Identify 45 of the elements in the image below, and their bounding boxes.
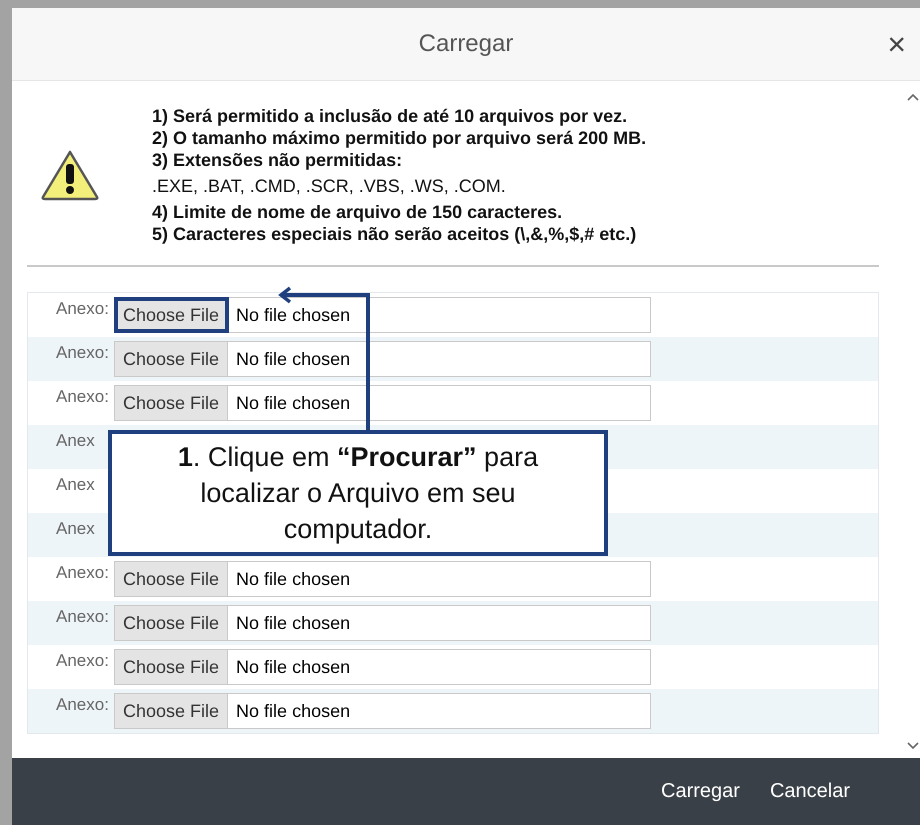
choose-file-button[interactable]: Choose File bbox=[115, 342, 228, 376]
attachment-label: Anex bbox=[55, 430, 96, 452]
callout-text: 1. Clique em “Procurar” para localizar o Arquivo em seu computador. bbox=[176, 441, 540, 546]
choose-file-button[interactable]: Choose File bbox=[115, 298, 228, 332]
choose-file-button[interactable]: Choose File bbox=[115, 606, 228, 640]
rule-text: 1) Será permitido a inclusão de até 10 arquivos por vez. bbox=[152, 105, 628, 127]
close-button[interactable]: × bbox=[883, 28, 910, 60]
attachment-label: Anex bbox=[55, 518, 96, 540]
file-status: No file chosen bbox=[235, 348, 350, 371]
file-input[interactable]: Choose File No file chosen bbox=[114, 561, 651, 597]
footer-button[interactable]: Cancelar bbox=[760, 776, 860, 807]
file-input[interactable]: Choose File No file chosen bbox=[114, 649, 651, 685]
attachment-label: Anexo: bbox=[55, 650, 110, 672]
attachment-label: Anexo: bbox=[55, 298, 110, 320]
choose-file-button[interactable]: Choose File bbox=[115, 694, 228, 728]
scroll-up-icon[interactable] bbox=[906, 93, 918, 101]
scroll-down-icon[interactable] bbox=[906, 742, 918, 750]
file-status: No file chosen bbox=[235, 304, 350, 327]
choose-file-button[interactable]: Choose File bbox=[115, 650, 228, 684]
rule-text: 2) O tamanho máximo permitido por arquivo será 200 MB. bbox=[152, 127, 646, 149]
rule-text: 4) Limite de nome de arquivo de 150 caracteres. bbox=[152, 201, 564, 223]
attachment-label: Anexo: bbox=[55, 606, 110, 628]
choose-file-button[interactable]: Choose File bbox=[115, 562, 228, 596]
attachment-label: Anexo: bbox=[55, 562, 110, 584]
file-status: No file chosen bbox=[235, 612, 350, 635]
rule-text: 3) Extensões não permitidas: bbox=[152, 149, 404, 171]
file-input[interactable]: Choose File No file chosen bbox=[114, 297, 651, 333]
file-status: No file chosen bbox=[235, 568, 350, 591]
rule-text: .EXE, .BAT, .CMD, .SCR, .VBS, .WS, .COM. bbox=[152, 175, 507, 198]
attachment-label: Anexo: bbox=[55, 386, 110, 408]
file-input[interactable]: Choose File No file chosen bbox=[114, 693, 651, 729]
rule-text: 5) Caracteres especiais não serão aceitos (\,&,%,$,# etc.) bbox=[152, 223, 638, 245]
file-input[interactable]: Choose File No file chosen bbox=[114, 341, 651, 377]
dialog-title: Carregar bbox=[418, 30, 514, 58]
footer-button[interactable]: Carregar bbox=[651, 776, 750, 807]
attachment-label: Anexo: bbox=[55, 342, 110, 364]
file-status: No file chosen bbox=[235, 392, 350, 415]
file-input[interactable]: Choose File No file chosen bbox=[114, 605, 651, 641]
attachment-label: Anex bbox=[55, 474, 96, 496]
warning-icon bbox=[40, 149, 100, 201]
file-status: No file chosen bbox=[235, 656, 350, 679]
file-input[interactable]: Choose File No file chosen bbox=[114, 385, 651, 421]
choose-file-button[interactable]: Choose File bbox=[115, 386, 228, 420]
attachment-label: Anexo: bbox=[55, 694, 110, 716]
file-status: No file chosen bbox=[235, 700, 350, 723]
